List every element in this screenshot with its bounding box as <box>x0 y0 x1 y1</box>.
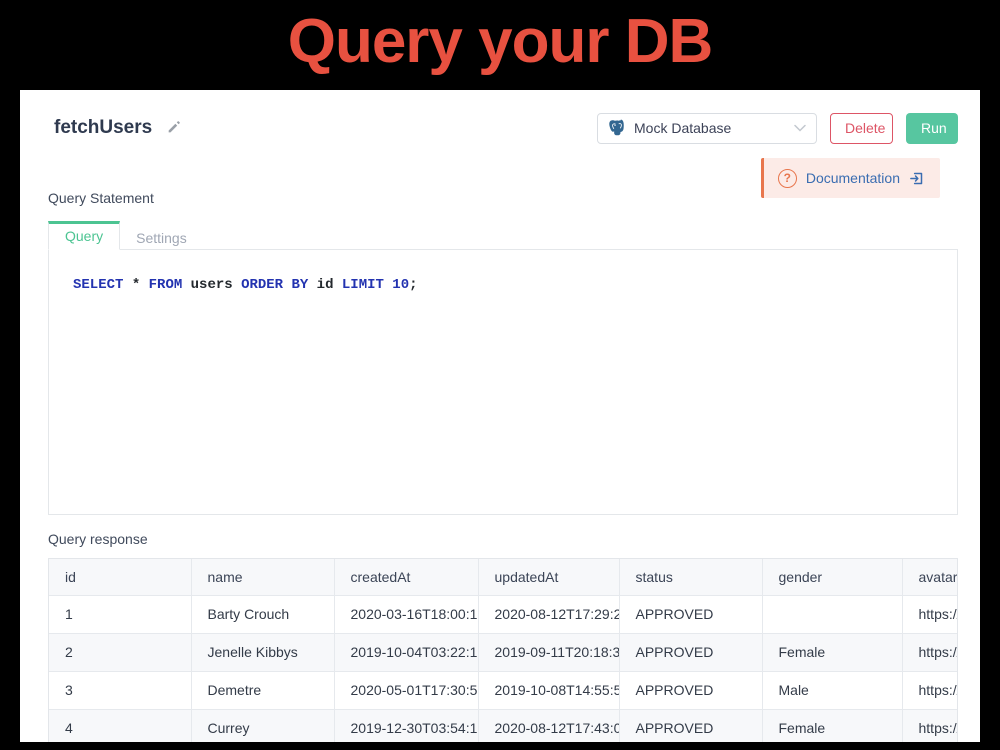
cell-gender: Female <box>762 709 902 742</box>
cell-name: Jenelle Kibbys <box>191 633 334 671</box>
cell-status: APPROVED <box>619 709 762 742</box>
cell-status: APPROVED <box>619 671 762 709</box>
column-header-updatedAt: updatedAt <box>478 559 619 595</box>
cell-id: 2 <box>49 633 191 671</box>
cell-name: Demetre <box>191 671 334 709</box>
edit-query-name-button[interactable] <box>166 119 182 138</box>
sql-token: users <box>182 277 241 293</box>
query-tool-panel: fetchUsers Mock Database Delete Run ? <box>20 90 980 742</box>
table-row: 2Jenelle Kibbys2019-10-04T03:22:12019-09… <box>49 633 958 671</box>
cell-id: 4 <box>49 709 191 742</box>
cell-createdAt: 2020-03-16T18:00:1 <box>334 595 478 633</box>
cell-avatar: https:// <box>902 671 958 709</box>
sql-token: ; <box>409 277 417 293</box>
query-response-label: Query response <box>48 531 148 547</box>
cell-avatar: https:// <box>902 709 958 742</box>
cell-status: APPROVED <box>619 595 762 633</box>
response-table: idnamecreatedAtupdatedAtstatusgenderavat… <box>49 559 958 742</box>
run-button[interactable]: Run <box>906 113 958 144</box>
cell-name: Currey <box>191 709 334 742</box>
sql-token: ORDER BY <box>241 277 308 293</box>
cell-gender <box>762 595 902 633</box>
tab-query[interactable]: Query <box>48 221 120 250</box>
column-header-gender: gender <box>762 559 902 595</box>
cell-status: APPROVED <box>619 633 762 671</box>
query-statement-label: Query Statement <box>48 190 154 206</box>
column-header-avatar: avatar <box>902 559 958 595</box>
panel-header: fetchUsers Mock Database Delete Run <box>54 112 958 144</box>
column-header-id: id <box>49 559 191 595</box>
cell-gender: Female <box>762 633 902 671</box>
documentation-banner[interactable]: ? Documentation <box>761 158 940 198</box>
cell-updatedAt: 2020-08-12T17:43:0 <box>478 709 619 742</box>
column-header-name: name <box>191 559 334 595</box>
response-table-container[interactable]: idnamecreatedAtupdatedAtstatusgenderavat… <box>48 558 958 742</box>
cell-name: Barty Crouch <box>191 595 334 633</box>
datasource-label: Mock Database <box>634 120 786 136</box>
cell-avatar: https:// <box>902 633 958 671</box>
documentation-link[interactable]: Documentation <box>806 170 900 186</box>
sql-token: * <box>123 277 148 293</box>
sql-token: LIMIT <box>342 277 384 293</box>
cell-avatar: https:// <box>902 595 958 633</box>
cell-createdAt: 2020-05-01T17:30:5 <box>334 671 478 709</box>
page-title: Query your DB <box>0 6 1000 77</box>
sql-editor[interactable]: SELECT * FROM users ORDER BY id LIMIT 10… <box>48 250 958 515</box>
cell-gender: Male <box>762 671 902 709</box>
sql-token: 10 <box>384 277 409 293</box>
table-body: 1Barty Crouch2020-03-16T18:00:12020-08-1… <box>49 595 958 742</box>
table-row: 1Barty Crouch2020-03-16T18:00:12020-08-1… <box>49 595 958 633</box>
question-circle-icon: ? <box>778 169 797 188</box>
query-name: fetchUsers <box>54 117 152 139</box>
delete-button[interactable]: Delete <box>830 113 893 144</box>
datasource-select[interactable]: Mock Database <box>597 113 817 144</box>
table-header-row: idnamecreatedAtupdatedAtstatusgenderavat… <box>49 559 958 595</box>
postgresql-elephant-icon <box>608 119 626 137</box>
pencil-icon <box>166 119 182 138</box>
cell-id: 3 <box>49 671 191 709</box>
chevron-down-icon <box>794 124 806 132</box>
cell-createdAt: 2019-12-30T03:54:1 <box>334 709 478 742</box>
table-row: 4Currey2019-12-30T03:54:12020-08-12T17:4… <box>49 709 958 742</box>
query-settings-tabs: QuerySettings <box>48 221 958 250</box>
query-title-group: fetchUsers <box>54 117 182 139</box>
column-header-createdAt: createdAt <box>334 559 478 595</box>
sql-code-line: SELECT * FROM users ORDER BY id LIMIT 10… <box>73 277 418 293</box>
cell-createdAt: 2019-10-04T03:22:1 <box>334 633 478 671</box>
cell-updatedAt: 2019-10-08T14:55:5 <box>478 671 619 709</box>
column-header-status: status <box>619 559 762 595</box>
cell-id: 1 <box>49 595 191 633</box>
sql-token: FROM <box>149 277 183 293</box>
cell-updatedAt: 2020-08-12T17:29:2 <box>478 595 619 633</box>
header-controls: Mock Database Delete Run <box>597 113 958 144</box>
tab-settings[interactable]: Settings <box>120 221 203 249</box>
cell-updatedAt: 2019-09-11T20:18:3 <box>478 633 619 671</box>
sql-token: SELECT <box>73 277 123 293</box>
sql-token: id <box>308 277 342 293</box>
table-row: 3Demetre2020-05-01T17:30:52019-10-08T14:… <box>49 671 958 709</box>
external-link-icon <box>909 171 924 186</box>
